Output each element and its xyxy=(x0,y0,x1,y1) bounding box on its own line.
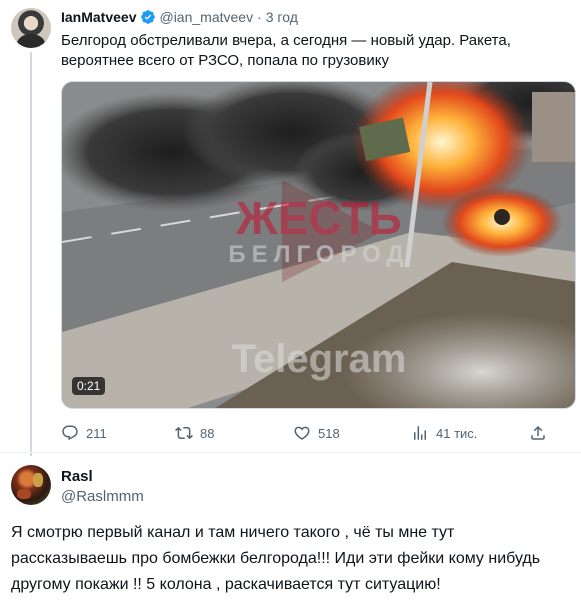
timestamp[interactable]: 3 год xyxy=(266,9,298,25)
reply-icon xyxy=(62,425,78,441)
like-button[interactable]: 518 xyxy=(293,424,340,442)
reply-author-handle[interactable]: @Raslmmm xyxy=(61,488,144,505)
main-tweet[interactable]: IanMatveev @ian_matveev · 3 год Белгород… xyxy=(0,0,581,456)
reply-author-name[interactable]: Rasl xyxy=(61,468,93,485)
reply-count: 211 xyxy=(86,425,107,441)
reply-avatar[interactable] xyxy=(11,465,51,505)
author-name[interactable]: IanMatveev xyxy=(61,9,136,25)
share-button[interactable] xyxy=(529,424,547,442)
avatar[interactable] xyxy=(11,8,51,48)
like-icon xyxy=(294,426,310,440)
reply-text: Я смотрю первый канал и там ничего таког… xyxy=(11,524,541,593)
video-duration: 0:21 xyxy=(72,377,106,395)
dot-separator: · xyxy=(257,9,262,25)
reply-tweet[interactable]: Rasl @Raslmmm Я смотрю первый канал и та… xyxy=(0,453,581,600)
views-count: 41 тис. xyxy=(436,425,478,441)
video-player[interactable]: ЖЕСТЬ БЕЛГОРОД Telegram 0:21 xyxy=(61,81,576,409)
action-bar: 211 88 518 41 тис. xyxy=(61,424,576,444)
verified-icon xyxy=(141,10,156,24)
retweet-button[interactable]: 88 xyxy=(175,424,214,442)
video-play-area[interactable] xyxy=(62,82,575,408)
views-button[interactable]: 41 тис. xyxy=(411,424,477,442)
author-handle[interactable]: @ian_matveev xyxy=(159,9,253,25)
reply-button[interactable]: 211 xyxy=(61,424,107,442)
tweet-text: Белгород обстреливали вчера, а сегодня —… xyxy=(61,32,511,69)
tweet-header: IanMatveev @ian_matveev · 3 год xyxy=(61,9,298,25)
retweet-count: 88 xyxy=(200,425,215,441)
share-icon xyxy=(531,425,545,440)
retweet-icon xyxy=(175,426,193,440)
views-icon xyxy=(414,426,426,440)
thread-line xyxy=(30,52,32,456)
like-count: 518 xyxy=(318,425,340,441)
